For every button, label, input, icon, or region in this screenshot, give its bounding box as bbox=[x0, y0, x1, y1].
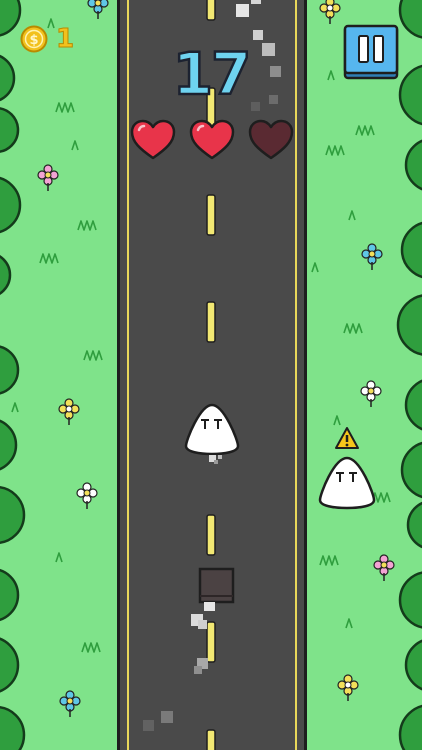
crate-icon bbox=[198, 567, 235, 604]
lives-hearts bbox=[130, 119, 294, 160]
heart-icon bbox=[130, 119, 176, 160]
heart-icon bbox=[189, 119, 235, 160]
game-scene bbox=[0, 0, 422, 750]
pause-icon bbox=[343, 24, 399, 80]
heart-icon bbox=[248, 119, 294, 160]
pause-button[interactable] bbox=[343, 24, 399, 80]
